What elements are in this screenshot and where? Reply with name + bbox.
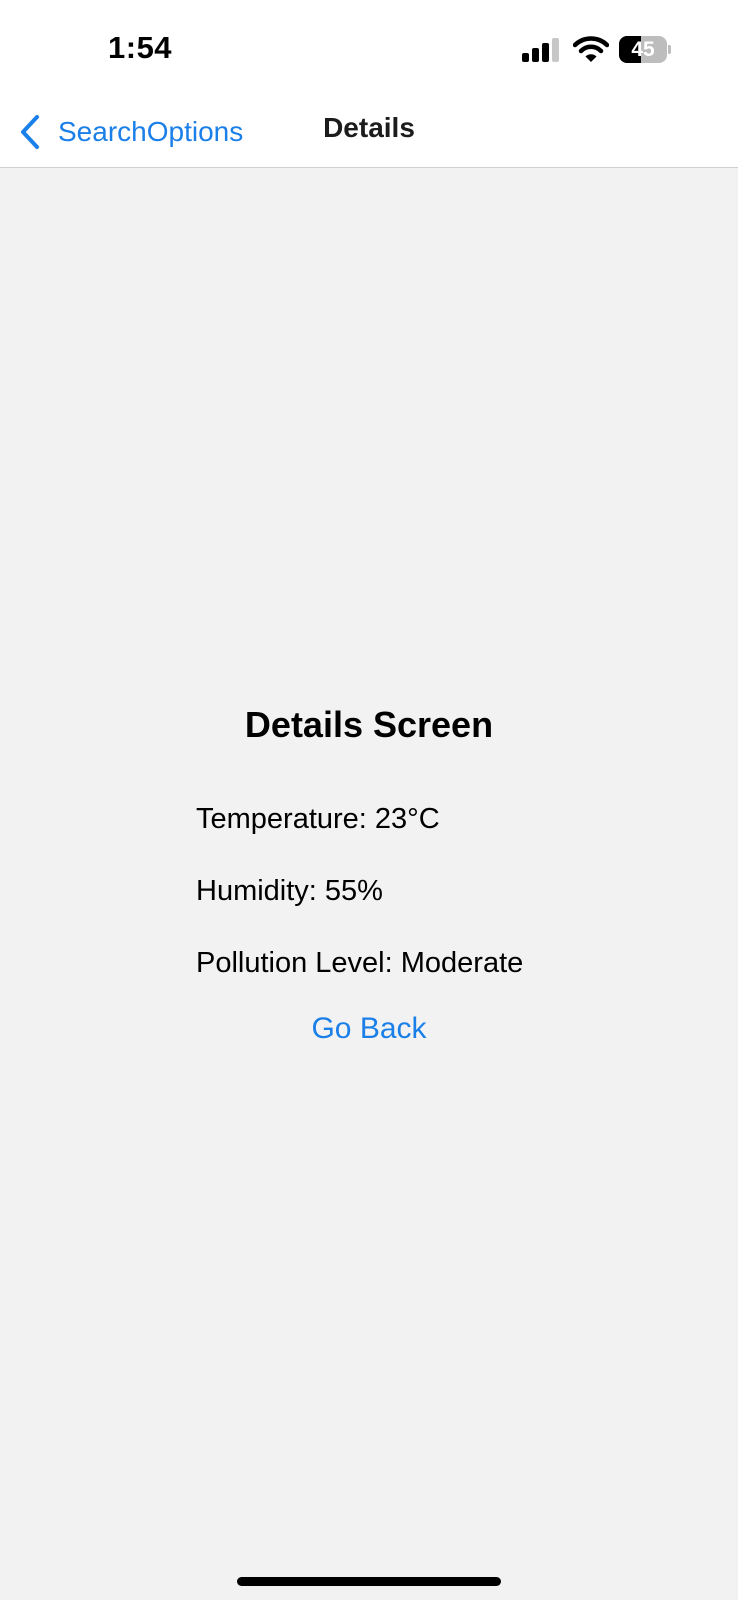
wifi-icon: [573, 36, 609, 62]
status-time: 1:54: [108, 30, 173, 65]
battery-nub: [668, 45, 671, 54]
humidity-text: Humidity: 55%: [196, 875, 383, 907]
screen-title: Details Screen: [244, 704, 494, 745]
battery-level-text: 45: [631, 38, 655, 61]
cellular-signal-icon: [522, 38, 559, 62]
pollution-level-text: Pollution Level: Moderate: [196, 947, 524, 979]
battery-body: 45: [619, 36, 667, 63]
temperature-text: Temperature: 23°C: [196, 803, 440, 835]
navigation-bar: SearchOptions Details: [0, 100, 738, 168]
home-indicator[interactable]: [237, 1577, 501, 1586]
battery-icon: 45: [619, 36, 671, 63]
nav-title: Details: [323, 112, 415, 143]
go-back-button[interactable]: Go Back: [0, 1012, 738, 1046]
status-bar: 1:54 45: [0, 0, 738, 100]
